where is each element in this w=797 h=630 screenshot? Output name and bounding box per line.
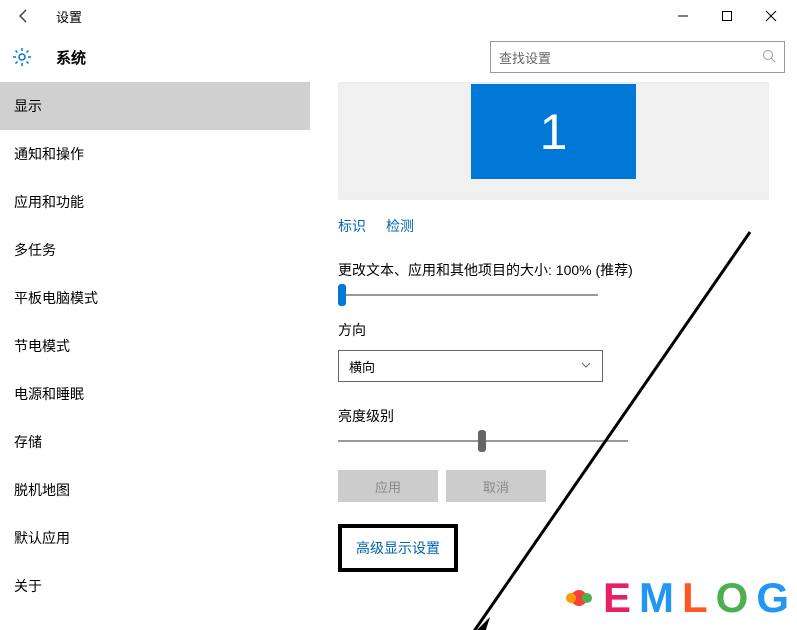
- identify-link[interactable]: 标识: [338, 216, 366, 236]
- sidebar-item-maps[interactable]: 脱机地图: [0, 466, 310, 514]
- sidebar-item-power[interactable]: 电源和睡眠: [0, 370, 310, 418]
- sidebar-item-multitask[interactable]: 多任务: [0, 226, 310, 274]
- sidebar: 显示 通知和操作 应用和功能 多任务 平板电脑模式 节电模式 电源和睡眠 存储 …: [0, 82, 310, 630]
- chevron-down-icon: [580, 359, 592, 374]
- sidebar-item-apps[interactable]: 应用和功能: [0, 178, 310, 226]
- annotation-arrow: [430, 222, 770, 630]
- back-button[interactable]: [4, 0, 44, 32]
- sidebar-item-about[interactable]: 关于: [0, 562, 310, 610]
- advanced-link-highlight: 高级显示设置: [338, 524, 458, 572]
- header-title: 系统: [56, 47, 86, 68]
- scale-label: 更改文本、应用和其他项目的大小: 100% (推荐): [338, 260, 769, 280]
- orientation-label: 方向: [338, 320, 769, 340]
- sidebar-item-storage[interactable]: 存储: [0, 418, 310, 466]
- gear-icon: [12, 47, 32, 67]
- monitor-preview[interactable]: 1: [338, 82, 769, 200]
- orientation-value: 横向: [349, 357, 375, 376]
- detect-link[interactable]: 检测: [386, 216, 414, 236]
- brightness-label: 亮度级别: [338, 406, 769, 426]
- maximize-button[interactable]: [705, 0, 749, 32]
- close-button[interactable]: [749, 0, 793, 32]
- watermark: EMLOG: [563, 574, 789, 622]
- scale-slider[interactable]: [338, 294, 598, 296]
- brightness-slider[interactable]: [338, 440, 628, 442]
- search-icon: [762, 49, 776, 66]
- window-title: 设置: [56, 7, 82, 26]
- content-area: 1 标识 检测 更改文本、应用和其他项目的大小: 100% (推荐) 方向 横向…: [310, 82, 797, 630]
- apply-button[interactable]: 应用: [338, 470, 438, 502]
- monitor-1[interactable]: 1: [471, 84, 636, 179]
- cancel-button[interactable]: 取消: [446, 470, 546, 502]
- sidebar-item-tablet[interactable]: 平板电脑模式: [0, 274, 310, 322]
- search-placeholder: 查找设置: [499, 48, 551, 67]
- advanced-display-link[interactable]: 高级显示设置: [356, 540, 440, 556]
- sidebar-item-battery[interactable]: 节电模式: [0, 322, 310, 370]
- sidebar-item-display[interactable]: 显示: [0, 82, 310, 130]
- sidebar-item-default-apps[interactable]: 默认应用: [0, 514, 310, 562]
- watermark-icon: [563, 582, 595, 614]
- sidebar-item-notifications[interactable]: 通知和操作: [0, 130, 310, 178]
- brightness-slider-thumb[interactable]: [478, 430, 486, 452]
- search-input[interactable]: 查找设置: [490, 41, 785, 73]
- orientation-select[interactable]: 横向: [338, 350, 603, 382]
- minimize-button[interactable]: [661, 0, 705, 32]
- scale-slider-thumb[interactable]: [338, 284, 346, 306]
